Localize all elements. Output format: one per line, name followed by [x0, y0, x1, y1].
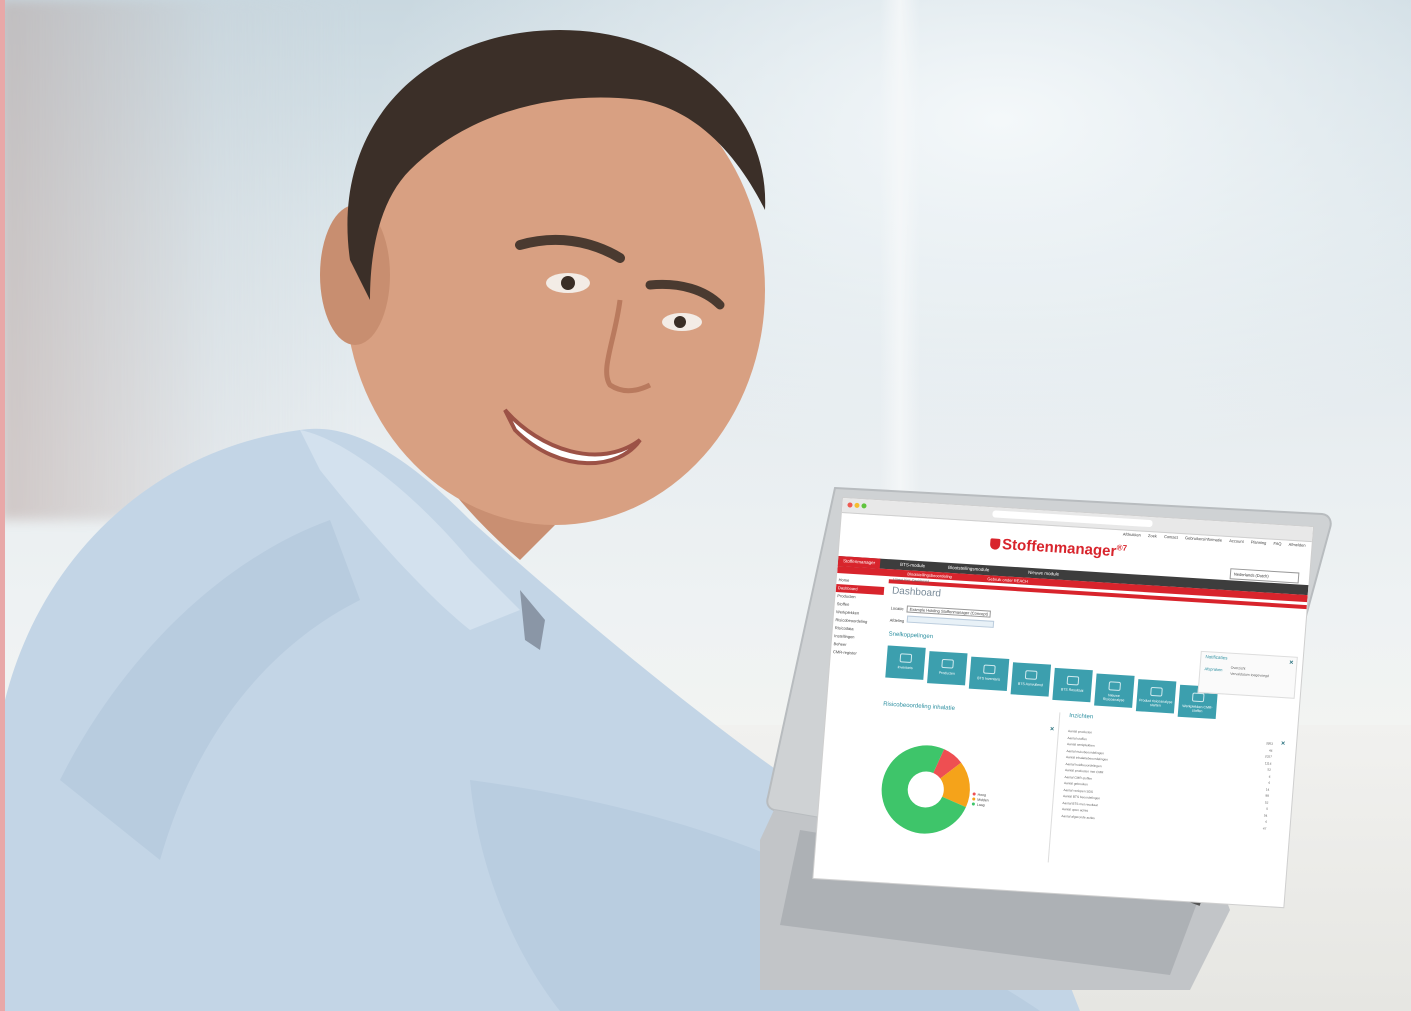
insight-value: 47 [1262, 825, 1267, 831]
insight-label: Aantal gebruiken [1063, 781, 1089, 787]
product-icon [941, 658, 954, 669]
brand-name: Stoffenmanager [1001, 536, 1118, 561]
insight-label: Aantal producten [1067, 729, 1093, 735]
insight-label: Aantal risicobeoordelingen [1066, 748, 1105, 755]
insight-label: Aantal CMR-stoffen [1064, 774, 1093, 781]
insight-value: 14 [1265, 786, 1270, 792]
shortcut-tile[interactable]: Producten [927, 651, 968, 686]
sidebar: Home Dashboard Producten Stoffen Werkple… [831, 576, 885, 659]
top-link[interactable]: Afmelden [1288, 542, 1305, 548]
notifications-main[interactable]: Afspraken [1204, 666, 1222, 672]
legend-swatch [972, 792, 976, 796]
insight-label: Aantal afgeronde acties [1061, 813, 1096, 820]
nav-item-bts[interactable]: BTS-module [900, 562, 925, 569]
notifications-line: Vervaldatum toegevoegd [1230, 671, 1270, 679]
laptop-screen: Afdrukken Zoek Contact Gebruikersinforma… [813, 498, 1313, 908]
factory-icon [1024, 670, 1038, 680]
shortcut-tile[interactable]: Nieuwe Risicoanalyse [1094, 673, 1135, 708]
insight-value: 0 [1265, 806, 1269, 811]
inventory-icon [899, 653, 913, 664]
insight-value: 4 [1268, 780, 1271, 785]
top-link[interactable]: Afdrukken [1123, 531, 1141, 537]
document-icon [1150, 686, 1163, 697]
insight-value: 52 [1264, 799, 1269, 805]
shortcut-tile[interactable]: BTS Inventaris [968, 656, 1010, 692]
top-link[interactable]: Zoek [1148, 533, 1157, 539]
close-dot-icon[interactable] [847, 502, 853, 508]
notifications-title: Notificaties [1205, 654, 1228, 661]
shortcut-tile[interactable]: Product risicoanalyse starten [1135, 679, 1177, 714]
sidebar-item[interactable]: CMR-register [831, 648, 880, 659]
insight-label: Aantal verlopen SDS [1063, 787, 1094, 794]
insights-widget: Inzichten × Aantal producten 3953 Aantal s… [1054, 713, 1291, 877]
close-icon[interactable]: × [1050, 726, 1055, 733]
insight-label: Aantal BTS beoordelingen [1062, 794, 1101, 801]
insight-value: 54 [1263, 812, 1268, 818]
insight-label: Aantal werkplekken [1066, 742, 1095, 748]
insight-label: Aantal huidbeoordelingen [1065, 761, 1102, 768]
risk-title: Risicobeoordeling inhalatie [882, 701, 956, 712]
insight-value: 3953 [1265, 741, 1274, 746]
close-icon[interactable]: × [1289, 659, 1294, 666]
nav-item-nieuw[interactable]: Nieuwe module [1028, 570, 1059, 577]
gear-icon [1108, 681, 1122, 692]
subnav-item[interactable]: Gebruik onder REACH [987, 576, 1028, 584]
department-label: Afdeling [889, 617, 905, 624]
chart-legend: Hoog Midden Laag [971, 792, 990, 808]
location-label: Locatie [890, 605, 904, 612]
insight-label: Aantal inhalatiebeoordelingen [1065, 755, 1109, 762]
iris-left [561, 276, 575, 290]
shortcut-tile[interactable]: BTS Resultaat [1052, 667, 1093, 703]
top-link[interactable]: Account [1229, 538, 1244, 544]
shortcuts-widget: Snelkoppelingen × Inventaris Producten B… [884, 631, 1294, 720]
ribbon-icon [1191, 692, 1205, 703]
risk-donut-chart [881, 745, 970, 834]
nav-item-blootstelling[interactable]: Blootstellingsmodule [948, 565, 990, 573]
insight-value: 4 [1268, 774, 1271, 779]
notifications-line: Overzicht [1230, 665, 1246, 671]
app-window: Afdrukken Zoek Contact Gebruikersinforma… [813, 498, 1313, 908]
insights-title: Inzichten [1068, 713, 1094, 721]
risk-widget: Risicobeoordeling inhalatie × Hoog Midde… [867, 701, 1061, 863]
top-link[interactable]: Planning [1251, 539, 1267, 545]
page-title: Dashboard [891, 585, 942, 600]
legend-swatch [972, 797, 976, 801]
legend-swatch [971, 802, 975, 806]
insight-label: Aantal stoffen [1067, 735, 1088, 741]
top-link[interactable]: Gebruikersinformatie [1185, 535, 1223, 542]
close-icon[interactable]: × [1281, 740, 1286, 747]
top-link[interactable]: Contact [1164, 534, 1178, 540]
brand-version: ®7 [1116, 543, 1128, 553]
insight-label: Aantal BTS met resultaat [1062, 800, 1099, 807]
insight-value: 52 [1267, 767, 1272, 772]
insight-value: 1114 [1264, 760, 1272, 766]
shortcut-tile[interactable]: Inventaris [885, 645, 926, 680]
insight-value: 2027 [1264, 754, 1273, 759]
minimize-dot-icon[interactable] [854, 502, 860, 509]
insight-value: 4 [1264, 819, 1268, 824]
frame-edge [0, 0, 5, 1011]
notifications-widget: Notificaties × Afspraken Overzicht Verva… [1197, 650, 1298, 699]
shortcut-tile[interactable]: BTS Aanvullend [1010, 662, 1052, 697]
insight-label: Aantal open acties [1061, 807, 1089, 813]
insight-value: 88 [1265, 793, 1270, 798]
brand-logo[interactable]: Stoffenmanager®7 [989, 535, 1127, 560]
lungs-icon [983, 664, 996, 675]
iris-right [674, 316, 686, 328]
shield-icon [989, 538, 1001, 550]
insight-value: 44 [1268, 747, 1273, 753]
syringe-icon [1066, 675, 1080, 686]
maximize-dot-icon[interactable] [861, 503, 867, 509]
insight-label: Aantal producten met CMR [1064, 768, 1104, 775]
top-link[interactable]: FAQ [1273, 541, 1281, 546]
department-input[interactable] [907, 615, 995, 628]
legend-item: Laag [971, 802, 989, 808]
